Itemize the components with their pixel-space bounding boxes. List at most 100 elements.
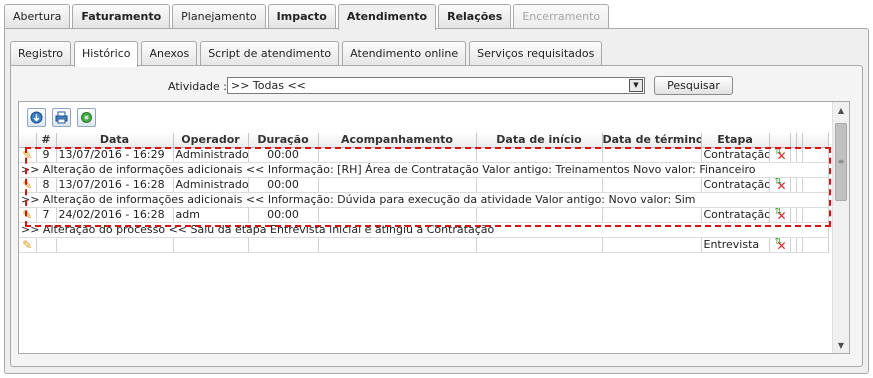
table-header-row: # Data Operador Duração Acompanhamento D…	[19, 133, 829, 148]
edit-cell[interactable]: ✎	[19, 147, 37, 163]
row-detail-text: >> Alteração de informações adicionais <…	[19, 162, 829, 178]
row-num: 9	[36, 147, 57, 163]
col-header-extra	[802, 133, 829, 148]
row-stage: Contratação	[701, 177, 770, 193]
row-stage: Contratação	[701, 147, 770, 163]
sub-tab-strip: Registro Histórico Anexos Script de aten…	[10, 41, 605, 67]
row-follow	[318, 177, 477, 193]
row-actions[interactable]: ⇅ ✕	[769, 207, 791, 223]
tab-relacoes[interactable]: Relações	[438, 4, 512, 28]
row-start	[476, 207, 603, 223]
tab-atendimento[interactable]: Atendimento	[337, 4, 437, 30]
activity-select-value: >> Todas <<	[231, 79, 306, 92]
row-detail: >> Alteração de informações adicionais <…	[19, 192, 829, 208]
tab-servicos-requisitados[interactable]: Serviços requisitados	[469, 41, 603, 65]
pencil-icon[interactable]: ✎	[22, 148, 32, 162]
table-row[interactable]: ✎ 9 13/07/2016 - 16:29 Administrador 00:…	[19, 147, 829, 163]
row-detail: >> Alteração do processo << Saiu da etap…	[19, 222, 829, 238]
pencil-icon[interactable]: ✎	[22, 238, 32, 252]
activity-filter-label: Atividade :	[168, 80, 227, 93]
tab-abertura[interactable]: Abertura	[4, 4, 71, 28]
row-start	[476, 237, 603, 253]
scroll-thumb[interactable]: ≡	[835, 123, 847, 201]
scroll-up-icon[interactable]: ▲	[833, 103, 849, 119]
scroll-down-icon[interactable]: ▼	[833, 338, 849, 353]
col-header-data-termino[interactable]: Data de término	[602, 133, 702, 148]
swap-stage-icon[interactable]: ⇅ ✕	[772, 177, 790, 191]
row-num: 7	[36, 207, 57, 223]
col-header-data-inicio[interactable]: Data de início	[476, 133, 603, 148]
row-start	[476, 177, 603, 193]
row-date: 13/07/2016 - 16:29	[56, 147, 174, 163]
tab-faturamento[interactable]: Faturamento	[72, 4, 171, 28]
row-actions[interactable]: ⇅ ✕	[769, 237, 791, 253]
col-header-etapa[interactable]: Etapa	[701, 133, 770, 148]
row-extra	[802, 147, 829, 163]
col-header-data[interactable]: Data	[56, 133, 174, 148]
row-date: 24/02/2016 - 16:28	[56, 207, 174, 223]
row-follow	[318, 147, 477, 163]
col-header-acompanhamento[interactable]: Acompanhamento	[318, 133, 477, 148]
col-header-operador[interactable]: Operador	[173, 133, 249, 148]
swap-stage-icon[interactable]: ⇅ ✕	[772, 237, 790, 251]
table-row[interactable]: ✎ 8 13/07/2016 - 16:28 Administrador 00:…	[19, 177, 829, 193]
row-extra	[802, 177, 829, 193]
tab-historico[interactable]: Histórico	[74, 41, 139, 67]
tab-registro[interactable]: Registro	[10, 41, 72, 65]
col-header-duracao[interactable]: Duração	[248, 133, 319, 148]
row-operator	[173, 237, 249, 253]
row-operator: Administrador	[173, 177, 249, 193]
row-duration: 00:00	[248, 147, 319, 163]
tab-anexos[interactable]: Anexos	[141, 41, 198, 65]
edit-cell[interactable]: ✎	[19, 177, 37, 193]
row-end	[602, 147, 702, 163]
col-header-edit	[19, 133, 37, 148]
col-header-actions	[769, 133, 791, 148]
grid-toolbar	[27, 108, 102, 127]
row-num	[36, 237, 57, 253]
table-row[interactable]: ✎ 7 24/02/2016 - 16:28 adm 00:00 Contrat…	[19, 207, 829, 223]
history-table: # Data Operador Duração Acompanhamento D…	[19, 133, 829, 253]
row-operator: Administrador	[173, 147, 249, 163]
row-detail-text: >> Alteração de informações adicionais <…	[19, 192, 829, 208]
tab-script-atendimento[interactable]: Script de atendimento	[200, 41, 340, 65]
search-button[interactable]: Pesquisar	[654, 76, 733, 95]
row-date: 13/07/2016 - 16:28	[56, 177, 174, 193]
swap-stage-icon[interactable]: ⇅ ✕	[772, 147, 790, 161]
row-date	[56, 237, 174, 253]
row-duration: 00:00	[248, 207, 319, 223]
print-icon[interactable]	[52, 108, 71, 127]
chevron-down-icon[interactable]: ▼	[629, 79, 643, 92]
tab-planejamento[interactable]: Planejamento	[172, 4, 266, 28]
edit-cell[interactable]: ✎	[19, 207, 37, 223]
row-actions[interactable]: ⇅ ✕	[769, 177, 791, 193]
main-tab-strip: Abertura Faturamento Planejamento Impact…	[4, 4, 611, 30]
grid-scrollbar[interactable]: ▲ ≡ ▼	[832, 102, 849, 353]
export-icon[interactable]	[27, 108, 46, 127]
col-header-num[interactable]: #	[36, 133, 57, 148]
row-duration: 00:00	[248, 177, 319, 193]
table-row[interactable]: ✎ Entrevista ⇅ ✕	[19, 237, 829, 253]
row-operator: adm	[173, 207, 249, 223]
row-detail-text: >> Alteração do processo << Saiu da etap…	[19, 222, 829, 238]
grid-scroll-area: # Data Operador Duração Acompanhamento D…	[19, 133, 830, 353]
row-duration	[248, 237, 319, 253]
swap-stage-icon[interactable]: ⇅ ✕	[772, 207, 790, 221]
row-start	[476, 147, 603, 163]
tab-impacto[interactable]: Impacto	[267, 4, 336, 28]
row-end	[602, 207, 702, 223]
pencil-icon[interactable]: ✎	[22, 208, 32, 222]
pencil-icon[interactable]: ✎	[22, 178, 32, 192]
row-actions[interactable]: ⇅ ✕	[769, 147, 791, 163]
refresh-icon[interactable]	[77, 108, 96, 127]
activity-select[interactable]: >> Todas << ▼	[227, 77, 645, 94]
edit-cell[interactable]: ✎	[19, 237, 37, 253]
row-follow	[318, 207, 477, 223]
row-detail: >> Alteração de informações adicionais <…	[19, 162, 829, 178]
tab-atendimento-online[interactable]: Atendimento online	[342, 41, 467, 65]
row-end	[602, 177, 702, 193]
row-end	[602, 237, 702, 253]
row-extra	[802, 237, 829, 253]
row-stage: Contratação	[701, 207, 770, 223]
row-stage: Entrevista	[701, 237, 770, 253]
